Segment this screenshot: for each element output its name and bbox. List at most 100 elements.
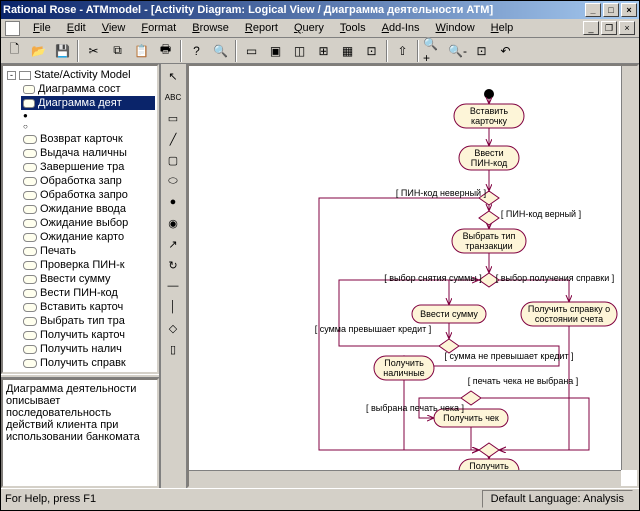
tree-item[interactable]: ○ <box>21 121 155 132</box>
tree-item[interactable]: Обработка запр <box>21 174 155 188</box>
fit-icon[interactable]: ⊡ <box>470 40 493 62</box>
activity-diagram: Вставитькарточку ВвестиПИН-код Выбрать тип… <box>189 66 629 488</box>
transition-flow[interactable] <box>471 427 479 450</box>
tree-root[interactable]: - State/Activity Model <box>5 68 155 82</box>
state-icon <box>23 317 37 326</box>
self-transition-icon[interactable]: ↻ <box>162 255 184 275</box>
tree-item[interactable]: Обработка запро <box>21 188 155 202</box>
undo-fit-icon[interactable]: ↶ <box>494 40 517 62</box>
diagram4-icon[interactable]: ⊞ <box>312 40 335 62</box>
tree-item[interactable]: Выдача наличны <box>21 146 155 160</box>
activity-node[interactable]: Ввести сумму <box>412 305 486 323</box>
help-icon[interactable]: ? <box>185 40 208 62</box>
tree-item[interactable]: Ожидание выбор <box>21 216 155 230</box>
text-icon[interactable]: ABC <box>162 87 184 107</box>
activity-node[interactable]: Выбрать типтранзакции <box>452 229 526 253</box>
start-node[interactable] <box>484 89 494 99</box>
swimlane-icon[interactable]: ▯ <box>162 339 184 359</box>
activity-icon[interactable]: ⬭ <box>162 171 184 191</box>
state-icon <box>23 163 37 172</box>
diagram5-icon[interactable]: ▦ <box>336 40 359 62</box>
start-icon[interactable]: ● <box>162 192 184 212</box>
open-icon[interactable]: 📂 <box>27 40 50 62</box>
mdi-restore-button[interactable]: ❐ <box>601 21 617 35</box>
menu-addins[interactable]: Add-Ins <box>375 20 427 36</box>
menu-query[interactable]: Query <box>287 20 331 36</box>
anchor-icon[interactable]: ╱ <box>162 129 184 149</box>
transition-flow[interactable] <box>499 326 569 450</box>
mdi-minimize-button[interactable]: _ <box>583 21 599 35</box>
menu-file[interactable]: File <box>26 20 58 36</box>
menu-format[interactable]: Format <box>134 20 183 36</box>
tree-item[interactable]: Выбрать тип тра <box>21 314 155 328</box>
tree-item[interactable]: Вставить карточ <box>21 300 155 314</box>
status-language: Default Language: Analysis <box>482 490 633 508</box>
sync-h-icon[interactable]: — <box>162 276 184 296</box>
diagram1-icon[interactable]: ▭ <box>240 40 263 62</box>
tree-item[interactable]: Получить карточ <box>21 328 155 342</box>
activity-node[interactable]: ВвестиПИН-код <box>459 146 519 170</box>
activity-node[interactable]: Получить справку осостоянии счета <box>521 302 617 326</box>
tree-item[interactable]: Вести ПИН-код <box>21 286 155 300</box>
tree-item[interactable]: Проверка ПИН-к <box>21 258 155 272</box>
menu-window[interactable]: Window <box>429 20 482 36</box>
diagram6-icon[interactable]: ⊡ <box>360 40 383 62</box>
tree-item[interactable]: Завершение тра <box>21 160 155 174</box>
activity-node[interactable]: Вставитькарточку <box>454 104 524 128</box>
diagram2-icon[interactable]: ▣ <box>264 40 287 62</box>
zoom-in-icon[interactable]: 🔍+ <box>422 40 445 62</box>
tree-item[interactable]: Получить налич <box>21 342 155 356</box>
diagram-canvas[interactable]: Вставитькарточку ВвестиПИН-код Выбрать тип… <box>187 64 639 488</box>
transition-flow[interactable] <box>499 280 569 302</box>
activity-node[interactable]: Получитьналичные <box>374 356 434 380</box>
mdi-icon[interactable] <box>5 21 20 36</box>
tree-item[interactable]: Диаграмма сост <box>21 82 155 96</box>
guard-label: [ сумма не превышает кредит ] <box>444 351 573 361</box>
horizontal-scrollbar[interactable] <box>189 470 621 486</box>
end-icon[interactable]: ◉ <box>162 213 184 233</box>
tree-item[interactable]: Ожидание ввода <box>21 202 155 216</box>
tree-item[interactable]: Получить справк <box>21 356 155 370</box>
documentation-pane[interactable]: Диаграмма деятельности описывает последо… <box>1 378 159 488</box>
menu-edit[interactable]: Edit <box>60 20 93 36</box>
menu-view[interactable]: View <box>95 20 133 36</box>
cut-icon[interactable]: ✂ <box>82 40 105 62</box>
maximize-button[interactable]: □ <box>603 3 619 17</box>
close-button[interactable]: × <box>621 3 637 17</box>
svg-text:транзакции: транзакции <box>465 241 512 251</box>
pointer-icon[interactable]: ↖ <box>162 66 184 86</box>
parent-icon[interactable]: ⇧ <box>391 40 414 62</box>
mdi-close-button[interactable]: × <box>619 21 635 35</box>
diagram3-icon[interactable]: ◫ <box>288 40 311 62</box>
svg-text:Ввести сумму: Ввести сумму <box>420 309 478 319</box>
decision-node[interactable] <box>479 443 499 457</box>
vertical-scrollbar[interactable] <box>621 66 637 470</box>
tree-item[interactable]: Ввести сумму <box>21 272 155 286</box>
guard-label: [ ПИН-код верный ] <box>501 209 581 219</box>
sync-v-icon[interactable]: │ <box>162 297 184 317</box>
transition-flow[interactable] <box>449 280 479 305</box>
copy-icon[interactable]: ⧉ <box>106 40 129 62</box>
browser-tree[interactable]: - State/Activity Model Диаграмма состДиа… <box>1 64 159 374</box>
browse-icon[interactable]: 🔍 <box>209 40 232 62</box>
decision-icon[interactable]: ◇ <box>162 318 184 338</box>
print-icon[interactable]: 🖶 <box>154 40 177 62</box>
save-icon[interactable]: 💾 <box>51 40 74 62</box>
menu-tools[interactable]: Tools <box>333 20 373 36</box>
menu-report[interactable]: Report <box>238 20 285 36</box>
tree-item[interactable]: Ожидание карто <box>21 230 155 244</box>
menu-browse[interactable]: Browse <box>185 20 236 36</box>
tree-item[interactable]: ● <box>21 110 155 121</box>
menu-help[interactable]: Help <box>484 20 521 36</box>
transition-icon[interactable]: ↗ <box>162 234 184 254</box>
zoom-out-icon[interactable]: 🔍- <box>446 40 469 62</box>
minimize-button[interactable]: _ <box>585 3 601 17</box>
note-icon[interactable]: ▭ <box>162 108 184 128</box>
tree-item[interactable]: Возврат карточк <box>21 132 155 146</box>
tree-item[interactable]: Печать <box>21 244 155 258</box>
new-icon[interactable]: 🗋 <box>3 40 26 62</box>
decision-node[interactable] <box>479 211 499 225</box>
paste-icon[interactable]: 📋 <box>130 40 153 62</box>
tree-item[interactable]: Диаграмма деят <box>21 96 155 110</box>
state-icon[interactable]: ▢ <box>162 150 184 170</box>
